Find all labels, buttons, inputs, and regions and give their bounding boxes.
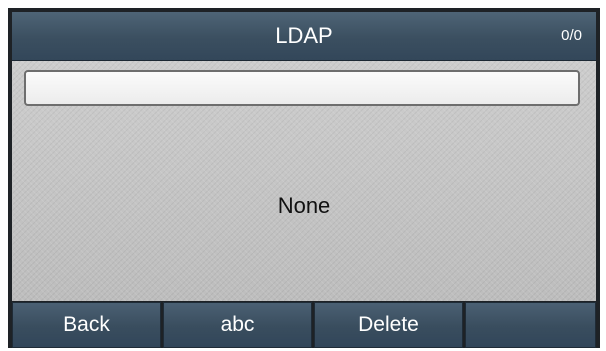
delete-softkey[interactable]: Delete: [314, 302, 463, 348]
empty-results-text: None: [277, 193, 331, 218]
softkey-bar: Back abc Delete: [12, 302, 596, 348]
phone-screen: LDAP 0/0 None Back abc Delete: [8, 8, 600, 348]
result-counter: 0/0: [561, 27, 582, 44]
page-title: LDAP: [275, 23, 333, 48]
title-bar: LDAP 0/0: [12, 12, 596, 61]
empty-softkey[interactable]: [465, 302, 596, 348]
back-softkey[interactable]: Back: [12, 302, 161, 348]
search-input[interactable]: [24, 70, 580, 106]
content-area: None: [12, 61, 596, 301]
input-mode-softkey[interactable]: abc: [163, 302, 312, 348]
